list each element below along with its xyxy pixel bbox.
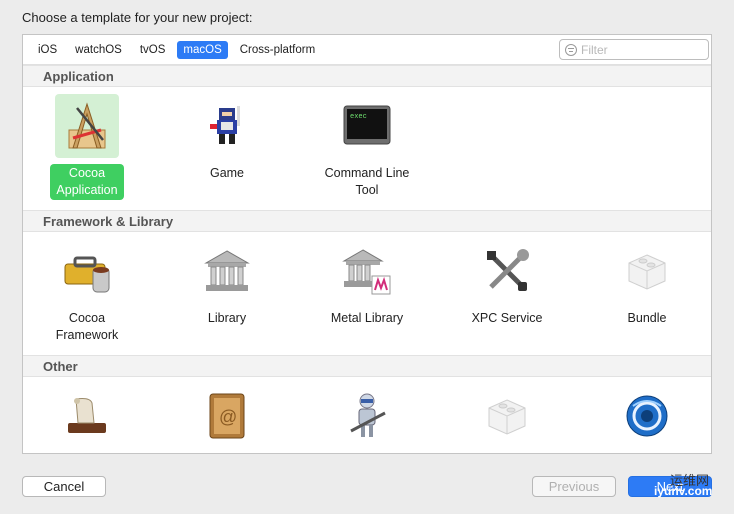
template-command-line-tool[interactable]: exec Command Line Tool	[317, 94, 417, 200]
tools-icon	[475, 239, 539, 303]
template-game[interactable]: Game	[177, 94, 277, 183]
filter-field[interactable]	[559, 39, 709, 60]
bundle-lego-icon	[475, 384, 539, 448]
template-label: XPC Service	[471, 311, 543, 325]
template-label: Game	[209, 166, 245, 180]
dialog-title: Choose a template for your new project:	[22, 10, 253, 25]
tab-cross-platform[interactable]: Cross-platform	[234, 41, 321, 59]
template-label: Cocoa Application	[50, 164, 124, 200]
section-header-framework-library: Framework & Library	[23, 210, 711, 232]
template-xpc-service[interactable]: XPC Service	[457, 239, 557, 328]
template-other-2[interactable]: @	[177, 384, 277, 448]
blue-sphere-icon	[615, 384, 679, 448]
cancel-button[interactable]: Cancel	[22, 476, 106, 497]
previous-button[interactable]: Previous	[532, 476, 616, 497]
game-icon	[195, 94, 259, 158]
bundle-lego-icon	[615, 239, 679, 303]
template-label: Cocoa Framework	[55, 311, 119, 342]
template-other-3[interactable]	[317, 384, 417, 448]
filter-icon	[565, 43, 577, 56]
platform-tab-bar: iOS watchOS tvOS macOS Cross-platform	[23, 35, 711, 65]
tab-tvos[interactable]: tvOS	[134, 41, 172, 59]
section-header-application: Application	[23, 65, 711, 87]
template-other-1[interactable]	[37, 384, 137, 448]
template-label: Metal Library	[330, 311, 404, 325]
template-other-5[interactable]	[597, 384, 697, 448]
template-bundle[interactable]: Bundle	[597, 239, 697, 328]
tab-ios[interactable]: iOS	[32, 41, 63, 59]
automator-robot-icon	[335, 384, 399, 448]
svg-text:@: @	[219, 407, 237, 427]
library-building-icon	[195, 239, 259, 303]
terminal-text: exec	[350, 113, 367, 121]
template-label: Bundle	[627, 311, 667, 325]
metal-library-icon	[335, 239, 399, 303]
template-panel: iOS watchOS tvOS macOS Cross-platform Ap…	[22, 34, 712, 454]
tab-macos[interactable]: macOS	[177, 41, 228, 59]
template-cocoa-application[interactable]: Cocoa Application	[37, 94, 137, 200]
template-other-4[interactable]	[457, 384, 557, 448]
filter-input[interactable]	[581, 42, 701, 57]
template-library[interactable]: Library	[177, 239, 277, 328]
terminal-icon: exec	[335, 94, 399, 158]
template-cocoa-framework[interactable]: Cocoa Framework	[37, 239, 137, 345]
tab-watchos[interactable]: watchOS	[69, 41, 128, 59]
template-metal-library[interactable]: Metal Library	[317, 239, 417, 328]
section-header-other: Other	[23, 355, 711, 377]
scroll-icon	[55, 384, 119, 448]
address-book-icon: @	[195, 384, 259, 448]
next-button[interactable]: Next	[628, 476, 712, 497]
template-label: Command Line Tool	[324, 166, 410, 197]
template-label: Library	[207, 311, 247, 325]
toolbox-icon	[55, 239, 119, 303]
cocoa-app-icon	[55, 94, 119, 158]
